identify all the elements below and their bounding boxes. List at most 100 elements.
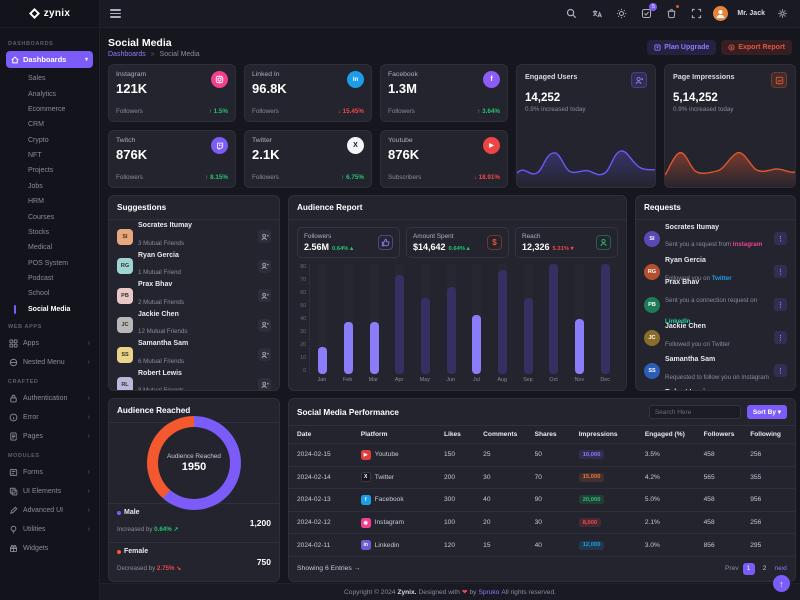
add-friend-button[interactable] (258, 289, 271, 302)
sidebar-sub-item[interactable]: School (6, 286, 93, 301)
request-row: JC Jackie Chen Followed you on Twitter ⋮ (644, 321, 787, 354)
request-name: Robert Lewis (665, 389, 730, 391)
suggestions-panel: Suggestions SI Socrates Itumay 3 Mutual … (108, 195, 280, 391)
cart-icon[interactable] (663, 6, 679, 22)
pagination-next[interactable]: next (775, 565, 787, 572)
suggestion-row: RG Ryan Gercia 1 Mutual Friend (117, 252, 271, 282)
sidebar-item-widgets[interactable]: Widgets (6, 539, 93, 558)
sidebar-sub-item[interactable]: Medical (6, 240, 93, 255)
sidebar-sub-item-label: Stocks (28, 229, 49, 236)
pagination-page-1[interactable]: 1 (743, 563, 755, 575)
pagination-prev[interactable]: Prev (725, 565, 739, 572)
request-menu-button[interactable]: ⋮ (774, 364, 787, 377)
sidebar-item-forms[interactable]: Forms › (6, 463, 93, 482)
request-menu-button[interactable]: ⋮ (774, 265, 787, 278)
sidebar-sub-item-label: POS System (28, 260, 68, 267)
add-friend-button[interactable] (258, 378, 271, 391)
sidebar-item-label: Pages (23, 433, 43, 440)
request-menu-button[interactable]: ⋮ (774, 298, 787, 311)
engaged-users-title: Engaged Users (525, 72, 577, 81)
dashboard-sub-list: Sales Analytics Ecommerce CRM Crypto NFT… (6, 71, 93, 317)
stat-card-youtube[interactable]: Youtube 876K Subscribers18.91% ▶ (380, 130, 508, 188)
page-title: Social Media (108, 37, 200, 49)
fullscreen-icon[interactable] (688, 6, 704, 22)
table-row[interactable]: 2024-02-12 ◉ Instagram 100 20 30 8,000 2… (289, 512, 795, 535)
sidebar-sub-item[interactable]: Projects (6, 163, 93, 178)
sidebar-item-advanced-ui[interactable]: Advanced UI › (6, 501, 93, 520)
plan-upgrade-button[interactable]: Plan Upgrade (647, 40, 716, 55)
sidebar-sub-item[interactable]: Courses (6, 209, 93, 224)
sidebar-sub-item[interactable]: Stocks (6, 225, 93, 240)
table-row[interactable]: 2024-02-15 ▶ Youtube 150 25 50 10,000 3.… (289, 444, 795, 467)
table-row[interactable]: 2024-02-11 in Linkedin 120 15 40 12,000 … (289, 534, 795, 557)
sidebar-sub-item[interactable]: HRM (6, 194, 93, 209)
add-friend-button[interactable] (258, 348, 271, 361)
stat-card-twitch[interactable]: Twitch 876K Followers8.15% (108, 130, 236, 188)
avatar: SS (644, 363, 660, 379)
sidebar-sub-item[interactable]: Podcast (6, 271, 93, 286)
notifications-icon[interactable]: 5 (638, 6, 654, 22)
suggestion-name: Robert Lewis (138, 370, 184, 379)
bar-chart-plot (309, 264, 618, 374)
main-content: Social Media Dashboards » Social Media P… (100, 28, 800, 583)
stat-card-instagram[interactable]: Instagram 121K Followers1.5% (108, 64, 236, 122)
upgrade-icon (654, 44, 661, 51)
footer-brand: Zynix. (397, 589, 416, 596)
sidebar-section-web-apps: WEB APPS (8, 324, 91, 330)
request-menu-button[interactable]: ⋮ (774, 331, 787, 344)
request-name: Ryan Gercia (665, 257, 732, 266)
sidebar-sub-item[interactable]: Analytics (6, 86, 93, 101)
sidebar-item-error[interactable]: Error › (6, 408, 93, 427)
sidebar-item-nested-menu[interactable]: Nested Menu › (6, 353, 93, 372)
table-row[interactable]: 2024-02-14 X Twitter 200 30 70 15,000 4.… (289, 467, 795, 490)
search-input[interactable] (649, 405, 741, 419)
chevron-right-icon: › (88, 507, 90, 514)
bar-jun (438, 264, 464, 374)
sidebar-item-apps[interactable]: Apps › (6, 334, 93, 353)
sidebar-sub-item[interactable]: CRM (6, 117, 93, 132)
sidebar-item-utilities[interactable]: Utilities › (6, 520, 93, 539)
add-friend-button[interactable] (258, 319, 271, 332)
add-friend-button[interactable] (258, 260, 271, 273)
request-menu-button[interactable]: ⋮ (774, 232, 787, 245)
sidebar-item-dashboards[interactable]: Dashboards ▾ (6, 51, 93, 68)
table-row[interactable]: 2024-02-13 f Facebook 300 40 90 20,000 5… (289, 489, 795, 512)
settings-gear-icon[interactable] (774, 6, 790, 22)
brand-logo-icon (29, 8, 40, 19)
avatar: PB (644, 297, 660, 313)
theme-toggle-icon[interactable] (613, 6, 629, 22)
bar-chart-x-axis: JanFebMarAprMayJunJulAugSepOctNovDec (309, 374, 618, 386)
avatar[interactable] (713, 6, 728, 21)
sidebar-sub-item[interactable]: Crypto (6, 133, 93, 148)
sort-by-button[interactable]: Sort By ▾ (747, 405, 787, 419)
suggestion-mutual: 8 Mutual Friends (138, 387, 184, 391)
sidebar-item-ui-elements[interactable]: UI Elements › (6, 482, 93, 501)
search-icon[interactable] (563, 6, 579, 22)
platform-icon: f (361, 495, 371, 505)
export-report-button[interactable]: Export Report (721, 40, 792, 55)
scroll-to-top-button[interactable]: ↑ (773, 575, 790, 592)
female-value: 750 (257, 557, 271, 567)
add-friend-button[interactable] (258, 230, 271, 243)
stat-card-facebook[interactable]: Facebook 1.3M Followers3.64% f (380, 64, 508, 122)
sidebar-item-pages[interactable]: Pages › (6, 427, 93, 446)
translate-icon[interactable] (588, 6, 604, 22)
hamburger-menu-icon[interactable] (110, 7, 121, 19)
lock-icon (9, 394, 18, 403)
user-name[interactable]: Mr. Jack (737, 10, 765, 17)
pagination-page-2[interactable]: 2 (759, 563, 771, 575)
sidebar-sub-item[interactable]: Social Media (6, 302, 93, 317)
sidebar-item-authentication[interactable]: Authentication › (6, 389, 93, 408)
sidebar-sub-item[interactable]: Ecommerce (6, 102, 93, 117)
suggestions-title: Suggestions (117, 203, 166, 212)
stat-card-linkedin[interactable]: Linked In 96.8K Followers15.45% in (244, 64, 372, 122)
sidebar-sub-item[interactable]: Jobs (6, 179, 93, 194)
designer-link[interactable]: Spruko (478, 589, 499, 596)
followers-stat: Followers 2.56M0.64% (297, 227, 400, 258)
sidebar-sub-item[interactable]: Sales (6, 71, 93, 86)
sidebar-sub-item[interactable]: POS System (6, 256, 93, 271)
breadcrumb-dashboards[interactable]: Dashboards (108, 51, 146, 58)
sidebar-sub-item[interactable]: NFT (6, 148, 93, 163)
stat-card-twitter[interactable]: Twitter 2.1K Followers6.75% X (244, 130, 372, 188)
brand-logo[interactable]: zynix (0, 0, 99, 28)
